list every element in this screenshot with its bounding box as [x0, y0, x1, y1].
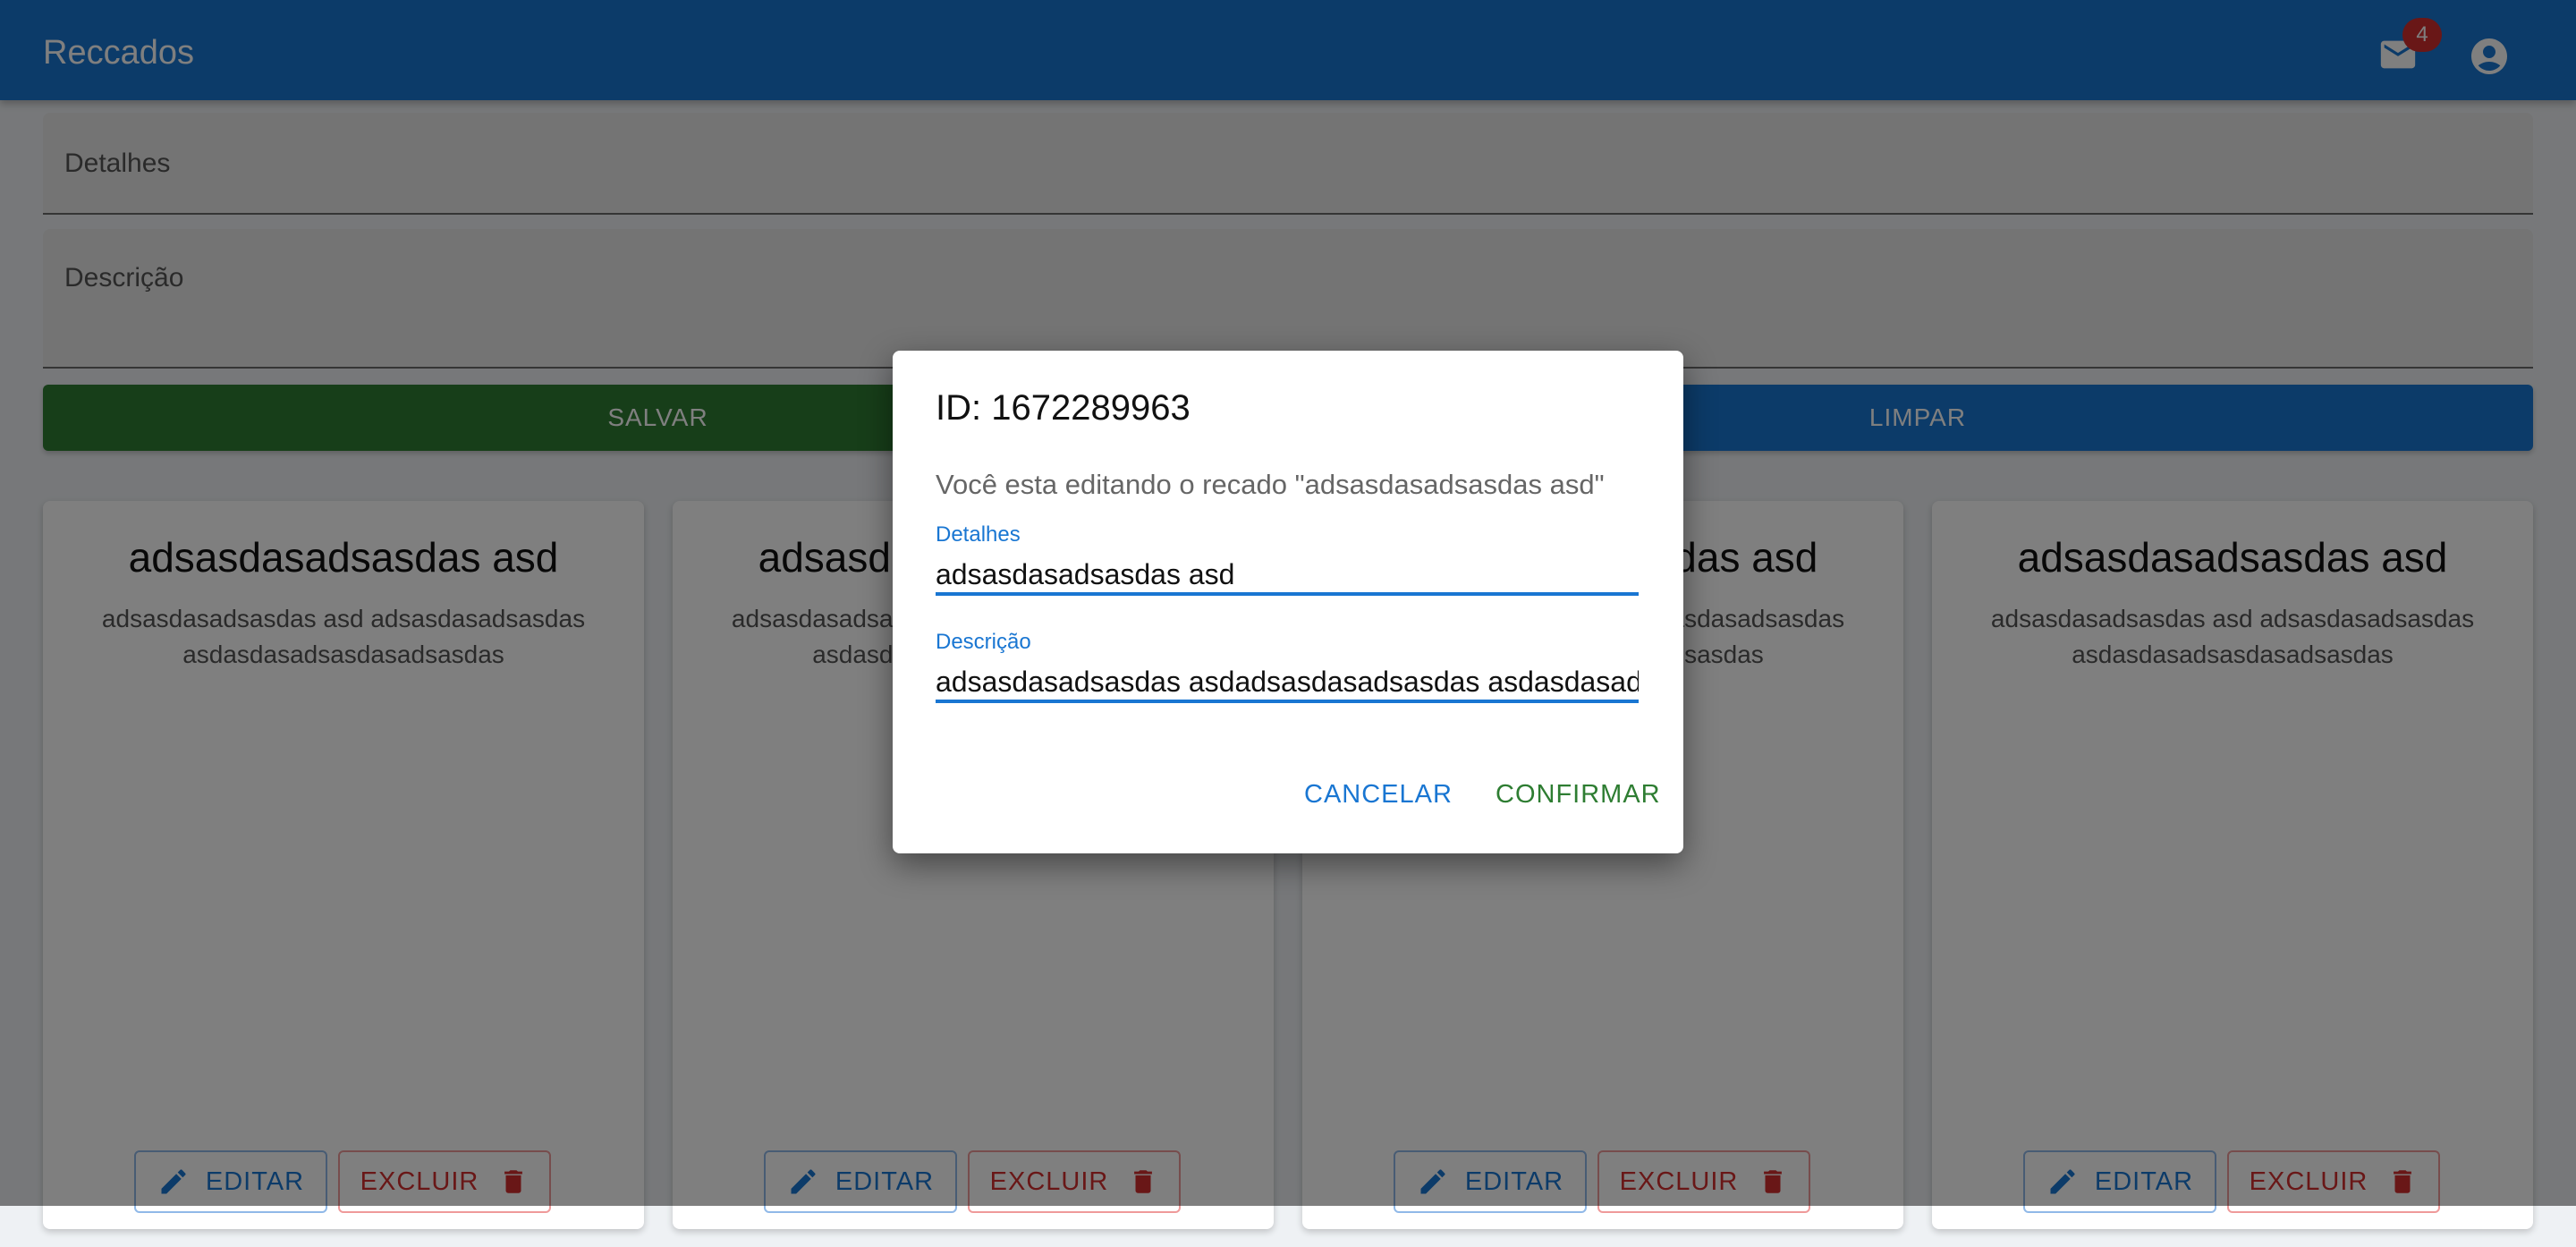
cancel-button[interactable]: CANCELAR: [1304, 780, 1453, 810]
dialog-title: ID: 1672289963: [936, 388, 1191, 428]
dialog-detalhes-input[interactable]: [936, 556, 1639, 596]
dialog-detalhes-label: Detalhes: [936, 522, 1021, 547]
confirm-button[interactable]: CONFIRMAR: [1496, 780, 1661, 810]
dialog-descricao-input[interactable]: [936, 664, 1639, 703]
dialog-descricao-label: Descrição: [936, 630, 1031, 654]
edit-dialog: ID: 1672289963 Você esta editando o reca…: [893, 351, 1683, 853]
dialog-text: Você esta editando o recado "adsasdasads…: [936, 469, 1605, 500]
